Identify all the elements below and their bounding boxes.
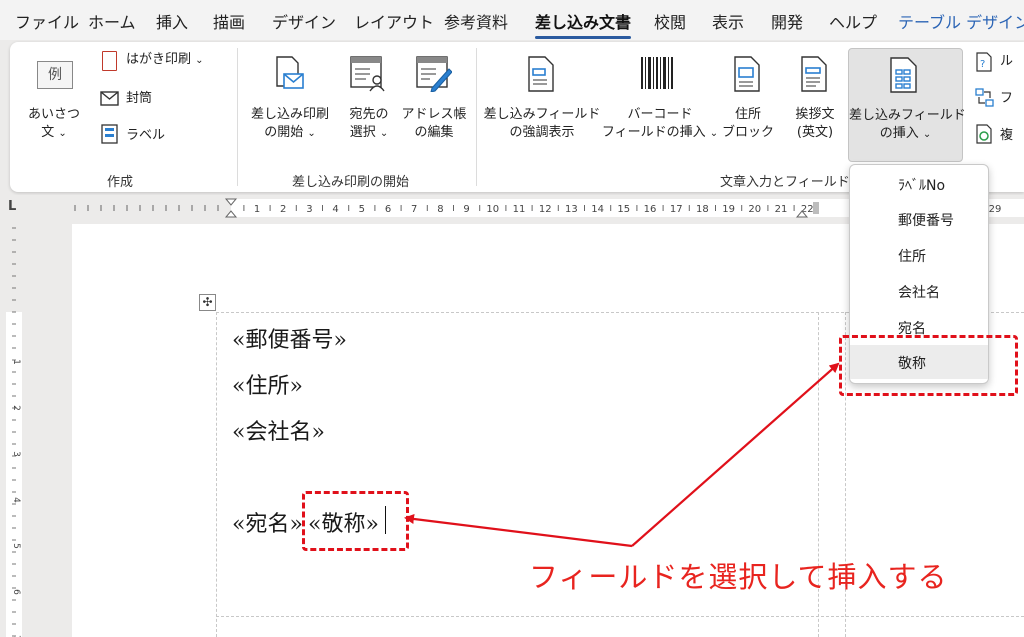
- arrow-to-document: [404, 514, 633, 548]
- annotation-arrows: [404, 362, 840, 548]
- annotation-text: フィールドを選択して挿入する: [529, 560, 948, 594]
- arrow-to-dropdown: [631, 362, 840, 547]
